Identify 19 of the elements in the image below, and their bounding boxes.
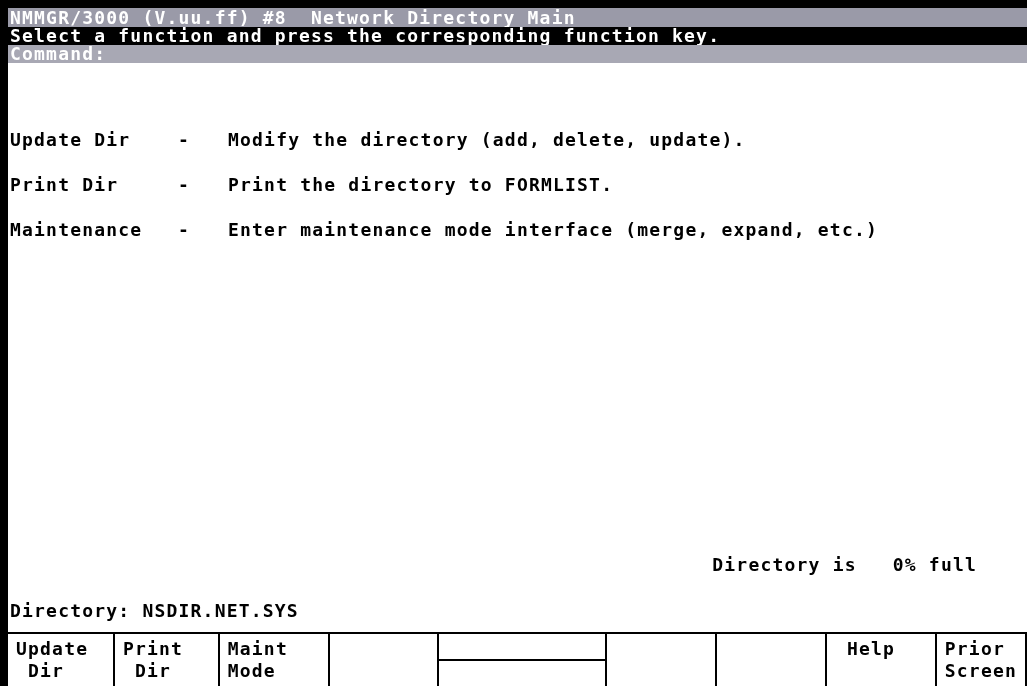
title-bar: NMMGR/3000 (V.uu.ff) #8 Network Directory Main <box>8 8 1027 27</box>
menu-description: Modify the directory (add, delete, update). <box>228 131 746 149</box>
status-label: Directory is <box>712 556 857 574</box>
dash: - <box>178 176 192 194</box>
function-key[interactable]: Help <box>826 634 937 686</box>
function-key[interactable]: Update Dir <box>8 634 115 686</box>
status-value: 0% full <box>892 556 977 574</box>
menu-name: Update Dir <box>10 131 132 149</box>
function-key[interactable] <box>439 634 608 686</box>
dash: - <box>178 131 192 149</box>
menu-name: Print Dir <box>10 176 120 194</box>
directory-path: Directory: NSDIR.NET.SYS <box>9 602 300 620</box>
function-key[interactable]: Prior Screen <box>936 634 1027 686</box>
menu-description: Enter maintenance mode interface (merge, expand, etc.) <box>228 221 878 239</box>
dash: - <box>178 221 192 239</box>
menu-description: Print the directory to FORMLIST. <box>228 176 614 194</box>
function-key[interactable]: Maint Mode <box>219 634 330 686</box>
menu-name: Maintenance <box>10 221 144 239</box>
function-key[interactable]: Print Dir <box>114 634 220 686</box>
